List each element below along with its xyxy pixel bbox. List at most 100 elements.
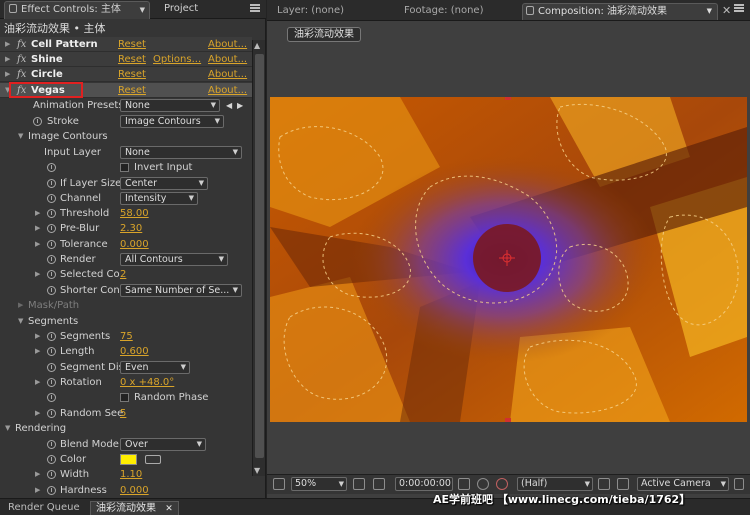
chevron-down-icon[interactable]: ▼ xyxy=(707,4,712,19)
lock-icon[interactable] xyxy=(9,4,17,13)
stopwatch-icon[interactable] xyxy=(47,440,56,449)
invert-input-checkbox[interactable] xyxy=(120,163,129,172)
if-layer-size-dropdown[interactable]: Center xyxy=(120,177,208,190)
hardness-value[interactable]: 0.000 xyxy=(120,483,149,495)
scroll-thumb[interactable] xyxy=(255,54,264,458)
shorter-cont-dropdown[interactable]: Same Number of Se... xyxy=(120,284,242,297)
region-of-interest-icon[interactable] xyxy=(373,478,385,490)
about-link[interactable]: About... xyxy=(208,52,247,67)
selected-co-value[interactable]: 2 xyxy=(120,267,126,282)
stopwatch-icon[interactable] xyxy=(47,409,56,418)
stopwatch-icon[interactable] xyxy=(47,240,56,249)
expand-triangle-icon[interactable]: ▶ xyxy=(35,344,40,359)
segment-dis-dropdown[interactable]: Even xyxy=(120,361,190,374)
fx-icon[interactable]: fx xyxy=(17,37,26,52)
close-icon[interactable]: ✕ xyxy=(165,504,173,514)
stopwatch-icon[interactable] xyxy=(47,270,56,279)
scroll-down-icon[interactable]: ▼ xyxy=(254,466,260,475)
expand-triangle-icon[interactable]: ▶ xyxy=(5,52,10,67)
stopwatch-icon[interactable] xyxy=(47,455,56,464)
eyedropper-icon[interactable] xyxy=(145,455,161,464)
stopwatch-icon[interactable] xyxy=(47,224,56,233)
fx-icon[interactable]: fx xyxy=(17,52,26,67)
stopwatch-icon[interactable] xyxy=(47,470,56,479)
scroll-up-icon[interactable]: ▲ xyxy=(254,41,260,50)
expand-triangle-icon[interactable]: ▶ xyxy=(35,237,40,252)
expand-triangle-icon[interactable]: ▶ xyxy=(35,467,40,482)
stroke-dropdown[interactable]: Image Contours xyxy=(120,115,224,128)
vertical-scrollbar[interactable]: ▲ ▼ xyxy=(252,40,265,476)
group-rendering[interactable]: ▼ Rendering xyxy=(0,421,252,436)
effect-row-vegas[interactable]: ▼ fx Vegas Reset About... xyxy=(0,83,252,98)
about-link[interactable]: About... xyxy=(208,83,247,98)
random-see-value[interactable]: 5 xyxy=(120,406,126,421)
snapshot-icon[interactable] xyxy=(458,478,470,490)
stopwatch-icon[interactable] xyxy=(33,117,42,126)
collapse-triangle-icon[interactable]: ▼ xyxy=(5,83,10,98)
expand-triangle-icon[interactable]: ▶ xyxy=(35,329,40,344)
chevron-down-icon[interactable]: ▼ xyxy=(140,2,145,18)
reset-link[interactable]: Reset xyxy=(118,37,146,52)
blend-mode-dropdown[interactable]: Over xyxy=(120,438,206,451)
expand-triangle-icon[interactable]: ▶ xyxy=(35,267,40,282)
show-snapshot-icon[interactable] xyxy=(477,478,489,490)
close-icon[interactable]: ✕ xyxy=(722,4,731,17)
effect-row-circle[interactable]: ▶ fx Circle Reset About... xyxy=(0,67,252,82)
effect-row-cell-pattern[interactable]: ▶ fx Cell Pattern Reset About... xyxy=(0,37,252,52)
fx-icon[interactable]: fx xyxy=(17,83,26,98)
composition-viewer[interactable] xyxy=(270,97,747,422)
stopwatch-icon[interactable] xyxy=(47,486,56,495)
handle-bottom-icon[interactable] xyxy=(505,418,511,422)
threshold-value[interactable]: 58.00 xyxy=(120,206,149,221)
reset-link[interactable]: Reset xyxy=(118,83,146,98)
group-segments[interactable]: ▼ Segments xyxy=(0,314,252,329)
channel-icon[interactable] xyxy=(496,478,508,490)
stopwatch-icon[interactable] xyxy=(47,179,56,188)
fx-icon[interactable]: fx xyxy=(17,67,26,82)
handle-top-icon[interactable] xyxy=(505,97,511,100)
expand-triangle-icon[interactable]: ▶ xyxy=(35,221,40,236)
stopwatch-icon[interactable] xyxy=(47,209,56,218)
stopwatch-icon[interactable] xyxy=(47,255,56,264)
group-image-contours[interactable]: ▼ Image Contours xyxy=(0,129,252,144)
collapse-triangle-icon[interactable]: ▼ xyxy=(18,129,23,144)
comp-navigator-button[interactable]: 油彩流动效果 xyxy=(287,27,361,42)
expand-triangle-icon[interactable]: ▶ xyxy=(35,375,40,390)
pre-blur-value[interactable]: 2.30 xyxy=(120,221,142,236)
fast-preview-icon[interactable] xyxy=(598,478,610,490)
zoom-dropdown[interactable]: 50% xyxy=(291,477,347,491)
lock-icon[interactable] xyxy=(526,6,534,15)
expand-triangle-icon[interactable]: ▶ xyxy=(35,483,40,495)
expand-triangle-icon[interactable]: ▶ xyxy=(35,406,40,421)
channel-dropdown[interactable]: Intensity xyxy=(120,192,198,205)
resolution-dropdown[interactable]: (Half) xyxy=(517,477,593,491)
always-preview-icon[interactable] xyxy=(273,478,285,490)
stopwatch-icon[interactable] xyxy=(47,194,56,203)
expand-triangle-icon[interactable]: ▶ xyxy=(35,206,40,221)
collapse-triangle-icon[interactable]: ▼ xyxy=(5,421,10,436)
timecode-field[interactable]: 0:00:00:00 xyxy=(395,477,453,491)
tab-footage[interactable]: Footage: (none) xyxy=(404,3,483,20)
segments-value[interactable]: 75 xyxy=(120,329,133,344)
prev-preset-icon[interactable]: ◀ xyxy=(226,98,232,113)
tab-layer[interactable]: Layer: (none) xyxy=(277,3,344,20)
render-dropdown[interactable]: All Contours xyxy=(120,253,228,266)
stopwatch-icon[interactable] xyxy=(47,163,56,172)
grid-icon[interactable] xyxy=(353,478,365,490)
effect-row-shine[interactable]: ▶ fx Shine Reset Options... About... xyxy=(0,52,252,67)
length-value[interactable]: 0.600 xyxy=(120,344,149,359)
stopwatch-icon[interactable] xyxy=(47,286,56,295)
stopwatch-icon[interactable] xyxy=(47,363,56,372)
reset-link[interactable]: Reset xyxy=(118,67,146,82)
panel-menu-icon[interactable] xyxy=(734,4,744,12)
reset-link[interactable]: Reset xyxy=(118,52,146,67)
width-value[interactable]: 1.10 xyxy=(120,467,142,482)
random-phase-checkbox[interactable] xyxy=(120,393,129,402)
tab-effect-controls[interactable]: Effect Controls: 主体 ▼ xyxy=(4,1,150,19)
transparency-grid-icon[interactable] xyxy=(617,478,629,490)
expand-triangle-icon[interactable]: ▶ xyxy=(5,67,10,82)
collapse-triangle-icon[interactable]: ▼ xyxy=(18,314,23,329)
expand-triangle-icon[interactable]: ▶ xyxy=(5,37,10,52)
tab-project[interactable]: Project xyxy=(160,1,198,19)
input-layer-dropdown[interactable]: None xyxy=(120,146,242,159)
